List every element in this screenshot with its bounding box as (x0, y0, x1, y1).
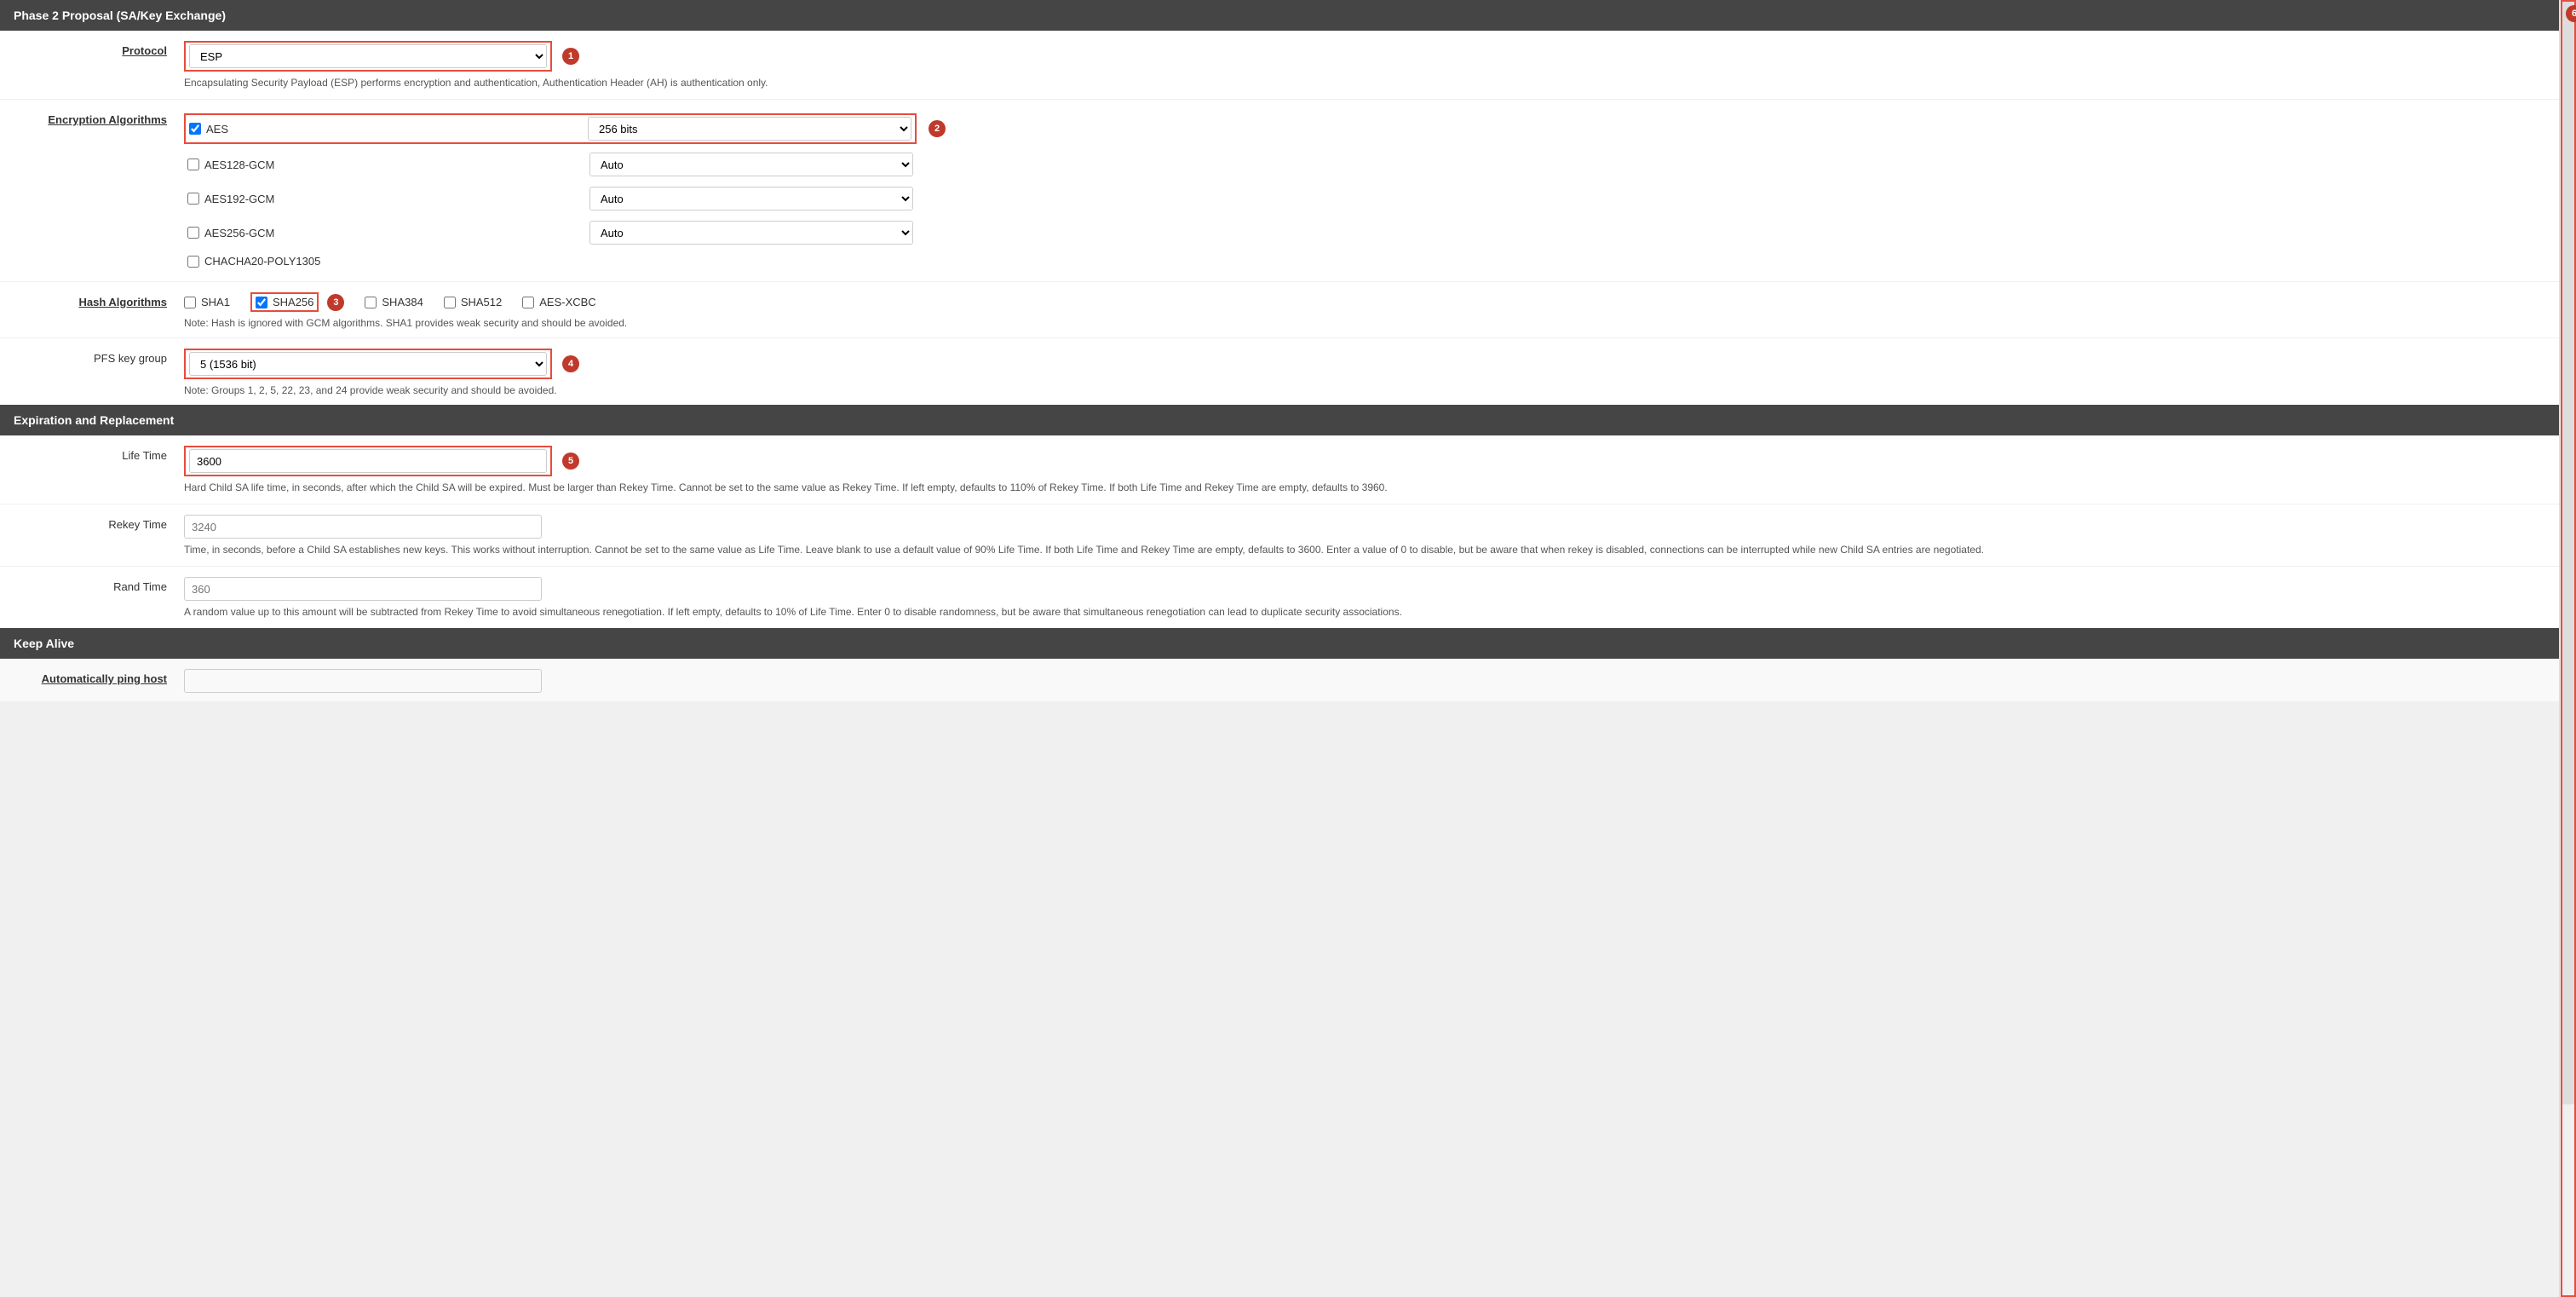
callout-2: 2 (929, 120, 946, 137)
sha1-label: SHA1 (201, 296, 230, 308)
aes-bits-select[interactable]: 64 bits 128 bits 192 bits 256 bits (588, 117, 911, 141)
rekey-control: Time, in seconds, before a Child SA esta… (184, 513, 2545, 557)
keepalive-header: Keep Alive (0, 628, 2559, 659)
callout-4: 4 (562, 355, 579, 372)
lifetime-input[interactable] (189, 449, 547, 473)
rekey-help: Time, in seconds, before a Child SA esta… (184, 542, 2545, 557)
auto-ping-label: Automatically ping host (14, 667, 184, 685)
chacha20-enc-row: CHACHA20-POLY1305 (184, 250, 2545, 273)
rand-label: Rand Time (14, 575, 184, 593)
aes256gcm-checkbox[interactable] (187, 227, 199, 239)
aes-label: AES (206, 123, 359, 135)
protocol-help: Encapsulating Security Payload (ESP) per… (184, 75, 2545, 90)
rand-input[interactable] (184, 577, 542, 601)
aes128gcm-enc-row: AES128-GCM Auto 128 bits 192 bits 256 bi… (184, 147, 2545, 182)
pfs-note: Note: Groups 1, 2, 5, 22, 23, and 24 pro… (184, 384, 2545, 396)
rand-help: A random value up to this amount will be… (184, 604, 2545, 620)
aes192gcm-select[interactable]: Auto 128 bits 192 bits 256 bits (589, 187, 913, 210)
page-wrapper: Phase 2 Proposal (SA/Key Exchange) Proto… (0, 0, 2576, 1297)
sha1-checkbox[interactable] (184, 297, 196, 308)
hash-note: Note: Hash is ignored with GCM algorithm… (184, 317, 2545, 329)
expiration-header: Expiration and Replacement (0, 405, 2559, 435)
aes128gcm-select[interactable]: Auto 128 bits 192 bits 256 bits (589, 153, 913, 176)
hash-row: Hash Algorithms SHA1 SHA256 (0, 282, 2559, 338)
aes256gcm-label: AES256-GCM (204, 227, 358, 239)
expiration-form: Life Time 5 Hard Child SA life time, in … (0, 435, 2559, 628)
callout-1: 1 (562, 48, 579, 65)
sha384-checkbox[interactable] (365, 297, 377, 308)
callout-5: 5 (562, 453, 579, 470)
sha384-item: SHA384 (365, 296, 423, 308)
rand-control: A random value up to this amount will be… (184, 575, 2545, 620)
sha256-item: SHA256 3 (250, 292, 344, 312)
aes256gcm-select[interactable]: Auto 128 bits 192 bits 256 bits (589, 221, 913, 245)
protocol-label: Protocol (14, 39, 184, 57)
sha512-label: SHA512 (461, 296, 502, 308)
chacha20-label: CHACHA20-POLY1305 (204, 255, 358, 268)
lifetime-help: Hard Child SA life time, in seconds, aft… (184, 480, 2545, 495)
pfs-row: PFS key group off 1 (768 bit) 2 (1024 bi… (0, 338, 2559, 405)
aes192gcm-label: AES192-GCM (204, 193, 358, 205)
aes128gcm-label: AES128-GCM (204, 159, 358, 171)
sha256-highlight: SHA256 (250, 292, 319, 312)
chacha20-checkbox[interactable] (187, 256, 199, 268)
phase2-header: Phase 2 Proposal (SA/Key Exchange) (0, 0, 2559, 31)
keepalive-form: Automatically ping host (0, 659, 2559, 701)
main-content: Phase 2 Proposal (SA/Key Exchange) Proto… (0, 0, 2559, 1297)
aes256gcm-enc-row: AES256-GCM Auto 128 bits 192 bits 256 bi… (184, 216, 2545, 250)
rekey-label: Rekey Time (14, 513, 184, 531)
aes192gcm-enc-row: AES192-GCM Auto 128 bits 192 bits 256 bi… (184, 182, 2545, 216)
sha256-label: SHA256 (273, 296, 313, 308)
encryption-label: Encryption Algorithms (14, 108, 184, 126)
protocol-select[interactable]: ESP AH (189, 44, 547, 68)
encryption-control: AES 64 bits 128 bits 192 bits 256 bits (184, 108, 2545, 273)
protocol-row: Protocol ESP AH 1 Encapsulating Security… (0, 31, 2559, 100)
rekey-input[interactable] (184, 515, 542, 539)
hash-algorithms-row: SHA1 SHA256 3 SH (184, 292, 2545, 312)
protocol-highlight: ESP AH (184, 41, 552, 72)
phase2-form: Protocol ESP AH 1 Encapsulating Security… (0, 31, 2559, 405)
aes192gcm-checkbox[interactable] (187, 193, 199, 205)
lifetime-highlight (184, 446, 552, 476)
hash-label: Hash Algorithms (14, 291, 184, 308)
aes-checkbox[interactable] (189, 123, 201, 135)
auto-ping-input[interactable] (184, 669, 542, 693)
aesxcbc-item: AES-XCBC (522, 296, 595, 308)
auto-ping-control (184, 667, 2545, 693)
sha384-label: SHA384 (382, 296, 423, 308)
aesxcbc-checkbox[interactable] (522, 297, 534, 308)
sha256-checkbox[interactable] (256, 297, 267, 308)
pfs-control: off 1 (768 bit) 2 (1024 bit) 5 (1536 bit… (184, 347, 2545, 396)
aes-enc-row: AES 64 bits 128 bits 192 bits 256 bits (184, 110, 2545, 147)
rand-row: Rand Time A random value up to this amou… (0, 567, 2559, 628)
callout-3: 3 (327, 294, 344, 311)
pfs-label: PFS key group (14, 347, 184, 365)
sha512-item: SHA512 (444, 296, 502, 308)
callout-6: 6 (2566, 5, 2576, 22)
right-scrollbar-area: 6 (2559, 0, 2576, 1297)
aes128gcm-checkbox[interactable] (187, 159, 199, 170)
encryption-row: Encryption Algorithms AES 64 bits (0, 100, 2559, 282)
aes-highlight: AES 64 bits 128 bits 192 bits 256 bits (184, 113, 917, 144)
pfs-select[interactable]: off 1 (768 bit) 2 (1024 bit) 5 (1536 bit… (189, 352, 547, 376)
lifetime-row: Life Time 5 Hard Child SA life time, in … (0, 435, 2559, 504)
lifetime-label: Life Time (14, 444, 184, 462)
sha1-item: SHA1 (184, 296, 230, 308)
hash-control: SHA1 SHA256 3 SH (184, 291, 2545, 329)
aesxcbc-label: AES-XCBC (539, 296, 595, 308)
auto-ping-row: Automatically ping host (0, 659, 2559, 701)
rekey-row: Rekey Time Time, in seconds, before a Ch… (0, 504, 2559, 567)
scrollbar-red-border: 6 (2561, 0, 2576, 1297)
protocol-control: ESP AH 1 Encapsulating Security Payload … (184, 39, 2545, 90)
sha512-checkbox[interactable] (444, 297, 456, 308)
pfs-highlight: off 1 (768 bit) 2 (1024 bit) 5 (1536 bit… (184, 349, 552, 379)
lifetime-control: 5 Hard Child SA life time, in seconds, a… (184, 444, 2545, 495)
